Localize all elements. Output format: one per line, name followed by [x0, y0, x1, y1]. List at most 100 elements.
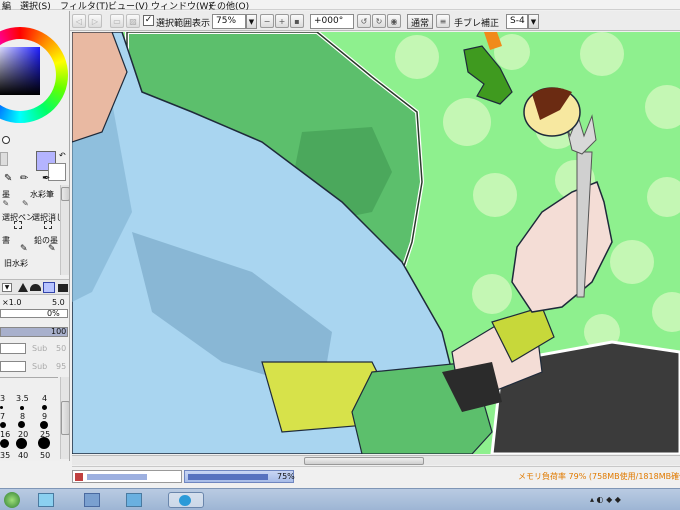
taskbar-app-icon[interactable]	[126, 493, 142, 507]
tool-writing[interactable]: 書	[2, 235, 10, 246]
preset-label: 4	[42, 394, 48, 403]
preset-label: 50	[40, 451, 51, 460]
preset-label: 16	[0, 430, 11, 439]
sub-option-dropdown-2[interactable]	[0, 361, 26, 372]
flip-horizontal-button[interactable]: ≡	[436, 14, 450, 28]
zoom-field[interactable]: 75%	[212, 14, 246, 29]
chevron-down-icon: ▼	[248, 17, 255, 26]
brush-small-icon: ✎	[20, 244, 28, 254]
sub-option-2-value[interactable]: 95	[56, 362, 66, 371]
document-zoom: 75%	[277, 472, 295, 481]
preset-scrollbar[interactable]	[60, 377, 69, 459]
brush-size-value[interactable]: 5.0	[52, 298, 65, 307]
canvas-scroll-thumb[interactable]	[304, 457, 424, 465]
redo-icon: ▷	[91, 16, 99, 26]
tool-list-scrollbar[interactable]	[60, 185, 69, 275]
canvas-horizontal-scrollbar[interactable]	[72, 455, 680, 465]
shape-selected-icon[interactable]	[43, 282, 55, 293]
undo-button[interactable]: ◁	[72, 14, 86, 28]
min-size-slider[interactable]: 0%	[0, 309, 68, 318]
secondary-color-swatch[interactable]	[48, 163, 66, 181]
drawing-canvas[interactable]	[72, 32, 680, 454]
swap-colors-icon[interactable]: ↶	[59, 151, 66, 160]
zoom-reset-button[interactable]: ▪	[290, 14, 304, 28]
selection-display-label: 選択範囲表示	[156, 19, 211, 29]
stabilizer-field[interactable]: S-4	[506, 14, 528, 29]
toolbar: ◁ ▷ ▭ ▨ ✓ 選択範囲表示 75% ▼ − + ▪ +000° ↺ ↻ ◉…	[70, 11, 680, 31]
saturation-value-square[interactable]	[0, 47, 40, 95]
taskbar: ▴ ◐ ◆ ◆	[0, 488, 680, 510]
brush-tool-icon[interactable]: ✒	[42, 173, 50, 184]
system-tray[interactable]: ▴ ◐ ◆ ◆	[590, 495, 670, 505]
blend-mode-button[interactable]: 通常	[407, 14, 433, 29]
preset-dot[interactable]	[0, 422, 6, 428]
sub-option-1-label: Sub	[32, 344, 48, 353]
preset-label: 7	[0, 412, 6, 421]
plus-icon: +	[278, 16, 286, 26]
rotate-right-button[interactable]: ↻	[372, 14, 386, 28]
zoom-in-button[interactable]: +	[275, 14, 289, 28]
rotation-field[interactable]: +000°	[310, 14, 354, 29]
document-thumb-2[interactable]: 75%	[184, 470, 295, 483]
preset-dot[interactable]	[0, 406, 3, 409]
chevron-down-icon: ▼	[530, 17, 537, 26]
shape-round-icon[interactable]	[30, 284, 41, 291]
zoom-dropdown-button[interactable]: ▼	[246, 14, 257, 29]
minus-icon: −	[263, 16, 271, 26]
rotate-left-icon: ↺	[360, 16, 368, 26]
memory-usage: メモリ負荷率 79% (758MB使用/1818MB確保)	[518, 472, 680, 481]
rotate-left-button[interactable]: ↺	[357, 14, 371, 28]
preset-dot[interactable]	[42, 405, 47, 410]
start-icon[interactable]	[4, 492, 20, 508]
taskbar-app-icon[interactable]	[38, 493, 54, 507]
preset-dot[interactable]	[40, 421, 48, 429]
preset-dot[interactable]	[16, 438, 27, 449]
sub-option-2-label: Sub	[32, 362, 48, 371]
rotate-right-icon: ↻	[375, 16, 383, 26]
shape-triangle-icon[interactable]	[18, 283, 28, 292]
document-thumb-1[interactable]	[72, 470, 182, 483]
preset-grid: 3 3.5 4 7 8 9 16 20 25 35 40 50	[0, 377, 58, 460]
preset-dot[interactable]	[38, 437, 50, 449]
brush-shape-row: ▼	[0, 279, 69, 295]
tool-old-watercolor[interactable]: 旧水彩	[4, 258, 28, 269]
preset-dot[interactable]	[0, 439, 9, 448]
reset-rotation-icon: ◉	[390, 16, 398, 26]
preset-label: 8	[20, 412, 26, 421]
zoom-out-button[interactable]: −	[260, 14, 274, 28]
swatch-small[interactable]	[0, 152, 8, 166]
marker-tool-icon[interactable]: ✏	[20, 173, 28, 184]
preset-label: 40	[18, 451, 29, 460]
density-slider[interactable]: 100	[0, 327, 68, 337]
invert-selection-icon: ▨	[129, 16, 137, 26]
preset-dot[interactable]	[18, 421, 25, 428]
redo-button[interactable]: ▷	[88, 14, 102, 28]
reset-zoom-icon: ▪	[294, 16, 300, 26]
shape-dropdown-button[interactable]: ▼	[2, 283, 12, 292]
selection-display-checkbox[interactable]: ✓	[143, 15, 154, 26]
shape-square-icon[interactable]	[58, 284, 68, 292]
deselect-button[interactable]: ▭	[110, 14, 124, 28]
stabilizer-label: 手ブレ補正	[454, 19, 500, 29]
stabilizer-dropdown-button[interactable]: ▼	[528, 14, 539, 29]
document-name-bar	[188, 474, 268, 480]
taskbar-active-app[interactable]	[168, 492, 204, 508]
deselect-icon: ▭	[113, 16, 121, 26]
sub-option-1-value[interactable]: 50	[56, 344, 66, 353]
sub-option-dropdown-1[interactable]	[0, 343, 26, 354]
taskbar-app-icon[interactable]	[84, 493, 100, 507]
pen-tool-icon[interactable]: ✎	[4, 173, 12, 184]
brush-size-multiplier[interactable]: ×1.0	[2, 298, 21, 307]
hue-picker-handle[interactable]	[2, 136, 10, 144]
preset-scroll-thumb[interactable]	[61, 401, 69, 435]
rotation-reset-button[interactable]: ◉	[387, 14, 401, 28]
preset-label: 3.5	[16, 394, 29, 403]
invert-selection-button[interactable]: ▨	[126, 14, 140, 28]
flip-icon: ≡	[439, 16, 447, 26]
taskbar-active-app-icon	[179, 495, 191, 506]
selection-pen-icon	[14, 221, 22, 229]
preset-label: 3	[0, 394, 6, 403]
document-icon	[75, 473, 83, 481]
tool-list-scroll-thumb[interactable]	[61, 187, 69, 201]
preset-dot[interactable]	[20, 406, 24, 410]
